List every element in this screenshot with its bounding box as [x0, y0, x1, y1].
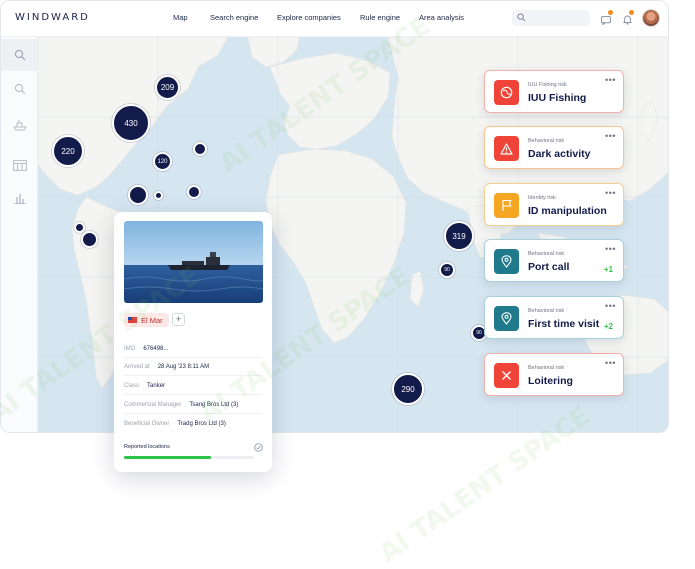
risk-category: Behavioral risk	[528, 138, 565, 144]
risk-icon-box	[494, 363, 519, 388]
vessel-flag-chip[interactable]: El Mar	[124, 313, 169, 327]
reported-locations-label: Reported locations	[124, 444, 170, 450]
vessel-photo	[124, 221, 263, 303]
more-options-icon[interactable]: •••	[605, 358, 616, 368]
bar-chart-icon	[14, 193, 25, 204]
vessel-cluster[interactable]: 220	[52, 135, 84, 167]
search-icon	[14, 83, 25, 95]
risk-icon-box	[494, 306, 519, 331]
app-logo[interactable]: WINDWARD	[15, 12, 90, 23]
top-navigation-bar: WINDWARD Map Search engine Explore compa…	[1, 1, 668, 37]
risk-icon-box	[494, 193, 519, 218]
search-icon	[517, 13, 526, 22]
search-input[interactable]	[512, 10, 590, 26]
vessel-cluster[interactable]: 120	[153, 152, 172, 171]
add-tag-button[interactable]: +	[172, 313, 185, 326]
check-circle-icon[interactable]	[254, 443, 263, 452]
risk-card-iuu-fishing[interactable]: IUU Fishing risk IUU Fishing •••	[484, 70, 624, 113]
risk-card-first-time-visit[interactable]: Behavioral risk First time visit ••• +2	[484, 296, 624, 339]
vessel-cluster[interactable]: 430	[112, 104, 150, 142]
risk-icon-box	[494, 136, 519, 161]
risk-icon-box	[494, 80, 519, 105]
more-options-icon[interactable]: •••	[605, 131, 616, 141]
fish-globe-icon	[500, 86, 513, 99]
sidebar-item-advanced-search[interactable]	[1, 73, 38, 105]
notifications-button[interactable]	[623, 10, 634, 30]
messages-badge	[608, 10, 613, 15]
sidebar-item-search[interactable]	[1, 39, 38, 71]
nav-map[interactable]: Map	[173, 13, 188, 22]
location-pin-icon	[501, 255, 512, 268]
sidebar-item-table[interactable]	[1, 149, 38, 181]
more-options-icon[interactable]: •••	[605, 244, 616, 254]
risk-category: Identity risk	[528, 195, 556, 201]
sidebar-item-vessels[interactable]	[1, 109, 38, 141]
nav-search-engine[interactable]: Search engine	[210, 13, 258, 22]
risk-card-id-manipulation[interactable]: Identity risk ID manipulation •••	[484, 183, 624, 226]
vessel-marker[interactable]	[187, 185, 201, 199]
location-pin-icon	[501, 312, 512, 325]
risk-title: IUU Fishing	[528, 92, 587, 104]
vessel-field-imo: IMO 676498...	[124, 340, 262, 358]
vessel-marker[interactable]	[81, 231, 98, 248]
nav-explore-companies[interactable]: Explore companies	[277, 13, 341, 22]
vessel-cluster[interactable]: 209	[155, 75, 180, 100]
vessel-name: El Mar	[141, 315, 163, 325]
risk-card-loitering[interactable]: Behavioral risk Loitering •••	[484, 353, 624, 396]
risk-title: Dark activity	[528, 148, 591, 160]
risk-category: IUU Fishing risk	[528, 82, 567, 88]
risk-category: Behavioral risk	[528, 308, 565, 314]
vessel-details-card[interactable]: El Mar + IMO 676498... Arrived at 28 Aug…	[114, 212, 272, 472]
vessel-cluster[interactable]: 90	[439, 262, 455, 278]
vessel-field-class: Class Tanker	[124, 377, 262, 395]
more-options-icon[interactable]: •••	[605, 301, 616, 311]
nav-area-analysis[interactable]: Area analysis	[419, 13, 464, 22]
risk-title: ID manipulation	[528, 205, 607, 217]
user-avatar[interactable]	[642, 9, 660, 27]
risk-category: Behavioral risk	[528, 365, 565, 371]
risk-icon-box	[494, 249, 519, 274]
vessel-field-arrived: Arrived at 28 Aug '23 8:11 AM	[124, 358, 262, 376]
nav-rule-engine[interactable]: Rule engine	[360, 13, 400, 22]
close-icon	[502, 371, 511, 380]
reported-locations-progress	[124, 456, 254, 459]
vessel-marker[interactable]	[128, 185, 148, 205]
risk-category: Behavioral risk	[528, 251, 565, 257]
more-options-icon[interactable]: •••	[605, 188, 616, 198]
sidebar	[1, 37, 38, 432]
ship-icon	[12, 120, 27, 131]
messages-button[interactable]	[601, 10, 613, 30]
risk-title: Port call	[528, 261, 570, 273]
reported-locations-progress-fill	[124, 456, 212, 459]
message-icon	[601, 16, 611, 26]
risk-card-port-call[interactable]: Behavioral risk Port call ••• +1	[484, 239, 624, 282]
vessel-cluster[interactable]: 319	[444, 221, 474, 251]
warning-icon	[500, 142, 513, 155]
risk-title: First time visit	[528, 318, 600, 330]
vessel-field-beneficial-owner: Beneficial Owner Tradg Bros Ltd (3)	[124, 421, 226, 427]
bell-icon	[623, 15, 632, 25]
risk-delta-badge: +2	[603, 322, 613, 331]
risk-card-dark-activity[interactable]: Behavioral risk Dark activity •••	[484, 126, 624, 169]
risk-title: Loitering	[528, 375, 573, 387]
vessel-cluster[interactable]: 290	[392, 373, 424, 405]
vessel-marker[interactable]	[74, 222, 85, 233]
vessel-field-commercial-manager: Commercial Manager Tsang Bros Ltd (3)	[124, 396, 262, 414]
vessel-marker[interactable]	[154, 191, 163, 200]
risk-delta-badge: +1	[603, 265, 613, 274]
more-options-icon[interactable]: •••	[605, 75, 616, 85]
search-icon	[14, 49, 25, 61]
flag-icon	[501, 199, 512, 211]
flag-icon	[128, 317, 137, 323]
table-icon	[12, 159, 27, 171]
vessel-marker[interactable]	[193, 142, 207, 156]
sidebar-item-analytics[interactable]	[1, 182, 38, 214]
notifications-badge	[629, 10, 634, 15]
